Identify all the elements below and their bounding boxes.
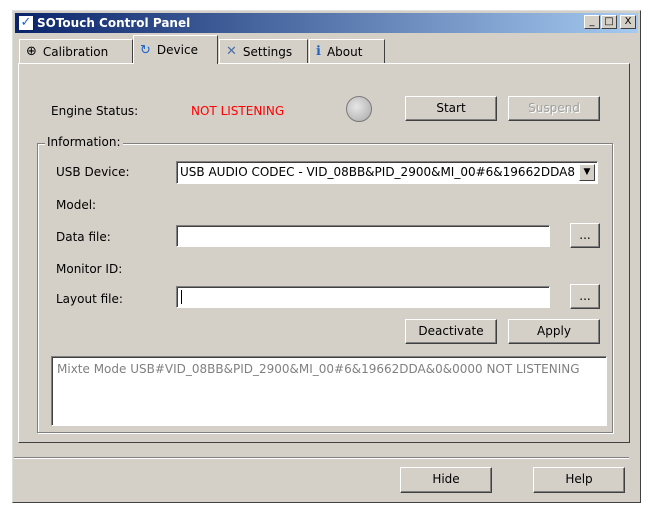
suspend-button-label: Suspend [528,101,580,115]
browse-label: ... [579,289,591,303]
deactivate-button-label: Deactivate [418,324,484,338]
tab-label: Calibration [42,44,109,59]
start-button[interactable]: Start [405,96,497,121]
information-legend: Information: [45,135,123,149]
hide-button[interactable]: Hide [400,467,492,493]
browse-label: ... [579,228,591,242]
usb-device-value: USB AUDIO CODEC - VID_08BB&PID_2900&MI_0… [180,165,575,179]
sotouch-check-icon: ✓ [18,15,34,31]
tools-icon: ✕ [226,44,237,59]
status-log-box[interactable]: Mixte Mode USB#VID_08BB&PID_2900&MI_00#6… [51,356,607,426]
footer-separator [14,457,629,459]
title-bar[interactable]: ✓ SOTouch Control Panel _ □ X [15,13,638,33]
apply-button[interactable]: Apply [508,319,600,344]
data-file-input[interactable] [176,225,550,247]
layout-file-browse-button[interactable]: ... [570,284,600,309]
engine-status-label: Engine Status: [51,104,139,118]
tab-settings[interactable]: ✕ Settings [219,39,308,63]
close-button[interactable]: X [620,15,636,29]
crosshair-icon: ⊕ [26,44,37,59]
tab-label: Settings [242,44,293,59]
tab-label: About [326,44,363,59]
deactivate-button[interactable]: Deactivate [405,319,497,344]
tab-device[interactable]: ↻ Device [133,35,218,64]
hide-button-label: Hide [432,472,460,486]
help-button[interactable]: Help [533,467,625,493]
minimize-button[interactable]: _ [584,15,600,29]
tab-calibration[interactable]: ⊕ Calibration [19,39,133,63]
suspend-button[interactable]: Suspend [508,96,600,121]
chevron-down-icon[interactable]: ▼ [579,164,595,181]
text-caret [181,290,182,304]
monitor-id-label: Monitor ID: [56,262,123,276]
apply-button-label: Apply [537,324,571,338]
layout-file-label: Layout file: [56,292,123,306]
engine-status-value: NOT LISTENING [191,104,285,118]
info-icon: ℹ [316,44,321,59]
usb-device-select[interactable]: USB AUDIO CODEC - VID_08BB&PID_2900&MI_0… [176,161,598,184]
tab-label: Device [156,43,198,57]
window-title: SOTouch Control Panel [37,16,191,30]
status-log-text: Mixte Mode USB#VID_08BB&PID_2900&MI_00#6… [57,362,580,376]
layout-file-input[interactable] [176,286,550,308]
data-file-label: Data file: [56,230,111,244]
help-button-label: Help [565,472,593,486]
model-label: Model: [56,198,97,212]
refresh-icon: ↻ [140,42,151,58]
status-indicator-led [346,96,372,122]
usb-device-label: USB Device: [56,165,130,179]
tab-about[interactable]: ℹ About [309,39,385,63]
start-button-label: Start [436,101,466,115]
maximize-button[interactable]: □ [601,15,617,29]
data-file-browse-button[interactable]: ... [570,223,600,248]
